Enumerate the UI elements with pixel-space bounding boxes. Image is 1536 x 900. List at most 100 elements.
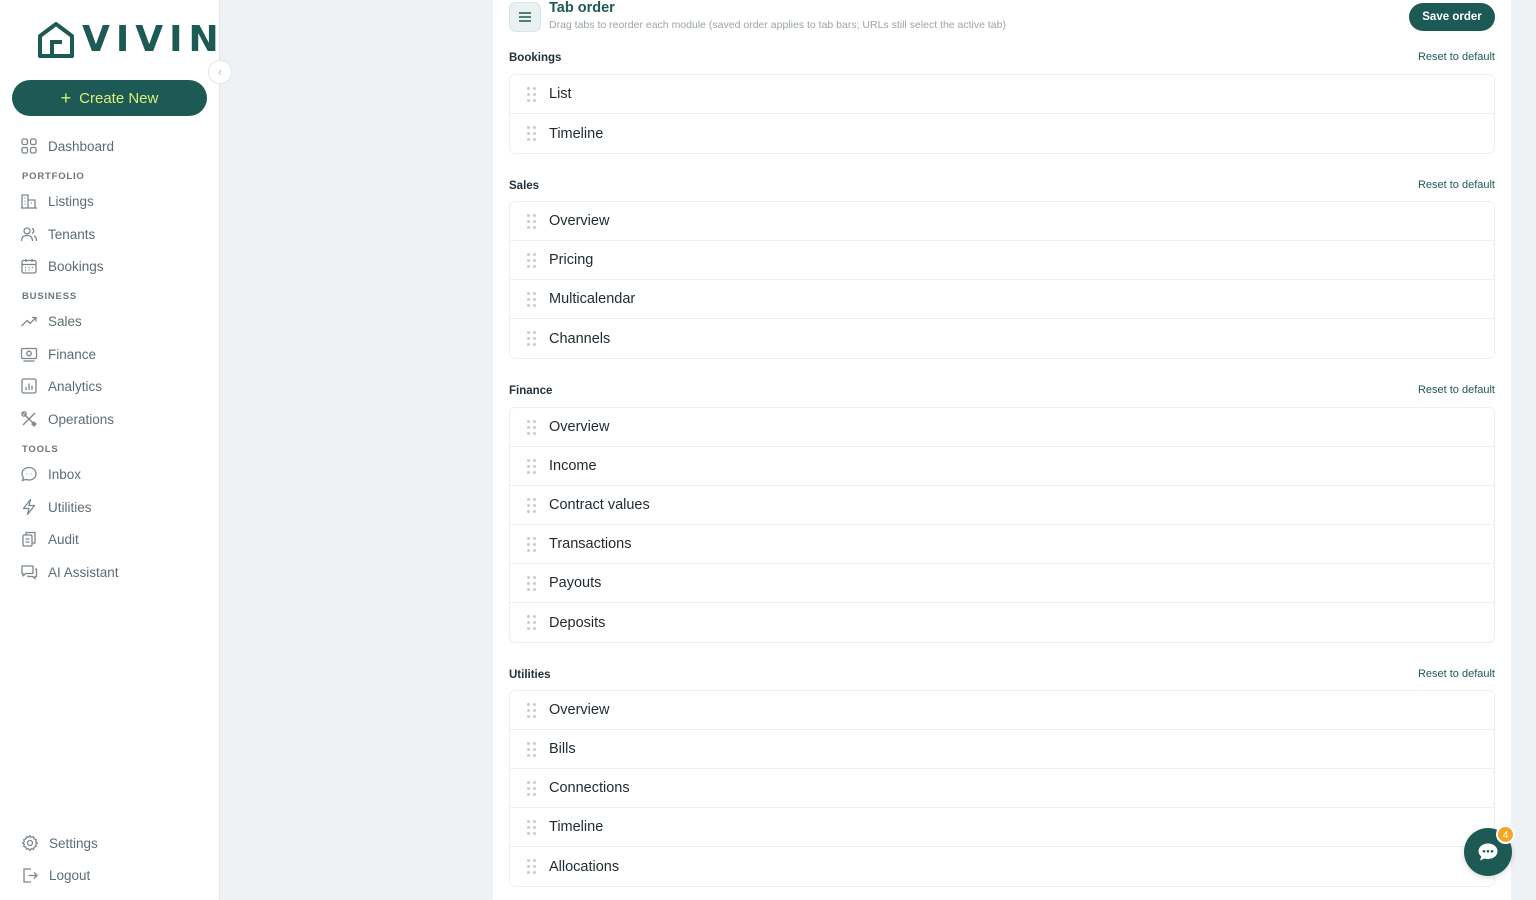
brand-name: VIVIN (82, 19, 225, 60)
draggable-tab-row[interactable]: Contract values (510, 486, 1494, 525)
tab-list-utilities: Overview Bills Connections Timeline Allocati… (509, 690, 1495, 887)
sidebar-item-bookings[interactable]: Bookings (20, 254, 104, 278)
draggable-tab-row[interactable]: Overview (510, 408, 1494, 447)
reset-utilities-link[interactable]: Reset to default (1418, 668, 1495, 680)
sidebar-item-finance[interactable]: Finance (20, 342, 96, 366)
drag-handle-icon[interactable] (527, 458, 537, 474)
sidebar-item-label: Bookings (48, 258, 104, 274)
drag-handle-icon[interactable] (527, 702, 537, 718)
drag-handle-icon[interactable] (527, 291, 537, 307)
draggable-tab-row[interactable]: Allocations (510, 847, 1494, 886)
section-label-business: BUSINESS (22, 291, 77, 302)
tab-order-panel: Tab order Drag tabs to reorder each modu… (493, 0, 1511, 900)
drag-handle-icon[interactable] (527, 615, 537, 630)
sidebar-item-listings[interactable]: Listings (20, 189, 94, 213)
draggable-tab-row[interactable]: Multicalendar (510, 280, 1494, 319)
drag-handle-icon[interactable] (527, 126, 537, 141)
draggable-tab-row[interactable]: Overview (510, 691, 1494, 730)
tab-label: Income (549, 458, 597, 474)
message-circle-icon (21, 466, 37, 482)
sidebar-item-analytics[interactable]: Analytics (20, 374, 102, 398)
reset-sales-link[interactable]: Reset to default (1418, 179, 1495, 191)
tools-icon (21, 411, 37, 427)
sidebar-item-label: Listings (48, 193, 94, 209)
sidebar-item-settings[interactable]: Settings (21, 831, 98, 855)
module-title-sales: Sales (509, 180, 540, 192)
sidebar-item-label: Sales (48, 313, 82, 329)
lightning-icon (22, 498, 36, 516)
logout-icon (23, 868, 38, 883)
sidebar-collapse-button[interactable]: ‹ (208, 60, 232, 84)
tab-label: List (549, 86, 572, 102)
sidebar-item-ai-assistant[interactable]: AI Assistant (20, 560, 119, 584)
building-icon (21, 194, 37, 209)
tab-label: Allocations (549, 858, 620, 875)
tab-label: Timeline (549, 125, 604, 142)
sidebar-item-tenants[interactable]: Tenants (20, 222, 95, 246)
draggable-tab-row[interactable]: Payouts (510, 564, 1494, 603)
drag-handle-icon[interactable] (527, 819, 537, 835)
drag-handle-icon[interactable] (527, 419, 537, 435)
drag-handle-icon[interactable] (527, 213, 537, 229)
module-title-utilities: Utilities (509, 669, 551, 681)
drag-handle-icon[interactable] (527, 497, 537, 513)
tab-label: Contract values (549, 497, 650, 513)
draggable-tab-row[interactable]: List (510, 75, 1494, 114)
sidebar-item-label: AI Assistant (48, 564, 119, 580)
tab-label: Payouts (549, 575, 602, 591)
sidebar-item-label: Analytics (48, 378, 103, 394)
brand-logo[interactable]: VIVIN (36, 20, 225, 60)
drag-handle-icon[interactable] (527, 536, 537, 552)
drag-handle-icon[interactable] (527, 252, 537, 268)
tab-label: Overview (549, 213, 610, 229)
sidebar-item-dashboard[interactable]: Dashboard (20, 134, 114, 158)
tab-label: Channels (549, 330, 611, 347)
reset-bookings-link[interactable]: Reset to default (1418, 51, 1495, 63)
sidebar-item-operations[interactable]: Operations (20, 407, 114, 431)
draggable-tab-row[interactable]: Overview (510, 202, 1494, 241)
sidebar-item-label: Logout (49, 867, 91, 883)
draggable-tab-row[interactable]: Deposits (510, 603, 1494, 642)
drag-handle-icon[interactable] (527, 86, 537, 102)
create-new-button[interactable]: + Create New (12, 80, 207, 116)
tab-list-bookings: List Timeline (509, 74, 1495, 154)
clipboard-copy-icon (22, 531, 36, 547)
draggable-tab-row[interactable]: Timeline (510, 114, 1494, 153)
section-label-tools: TOOLS (22, 444, 59, 455)
draggable-tab-row[interactable]: Channels (510, 319, 1494, 358)
chat-bubble-icon (1478, 843, 1498, 861)
draggable-tab-row[interactable]: Bills (510, 730, 1494, 769)
drag-handle-icon[interactable] (527, 780, 537, 796)
draggable-tab-row[interactable]: Timeline (510, 808, 1494, 847)
module-title-finance: Finance (509, 385, 553, 397)
reset-finance-link[interactable]: Reset to default (1418, 384, 1495, 396)
sidebar-item-logout[interactable]: Logout (21, 863, 90, 887)
draggable-tab-row[interactable]: Income (510, 447, 1494, 486)
gear-icon (21, 834, 39, 852)
sidebar-item-label: Inbox (48, 466, 82, 482)
module-title-bookings: Bookings (509, 52, 562, 64)
save-order-button[interactable]: Save order (1409, 3, 1495, 31)
sidebar-item-inbox[interactable]: Inbox (20, 462, 81, 486)
sidebar-item-sales[interactable]: Sales (20, 309, 82, 333)
sidebar-item-label: Operations (48, 411, 115, 427)
drag-handle-icon[interactable] (527, 575, 537, 591)
house-logo-icon (38, 22, 74, 58)
chat-bubbles-icon (21, 565, 38, 580)
drag-handle-icon[interactable] (527, 741, 537, 757)
trending-up-icon (21, 316, 37, 327)
calendar-icon (21, 259, 37, 274)
draggable-tab-row[interactable]: Pricing (510, 241, 1494, 280)
sidebar-item-audit[interactable]: Audit (20, 527, 79, 551)
drag-handle-icon[interactable] (527, 859, 537, 874)
page-subtitle: Drag tabs to reorder each module (saved … (549, 19, 1006, 31)
drag-handle-icon[interactable] (527, 331, 537, 346)
sidebar-item-utilities[interactable]: Utilities (20, 495, 92, 519)
tab-list-finance: Overview Income Contract values Transaction… (509, 407, 1495, 643)
chat-unread-badge: 4 (1496, 825, 1515, 844)
draggable-tab-row[interactable]: Transactions (510, 525, 1494, 564)
tab-label: Timeline (549, 819, 604, 835)
sidebar-item-label: Tenants (48, 226, 96, 242)
draggable-tab-row[interactable]: Connections (510, 769, 1494, 808)
banknote-icon (20, 347, 38, 362)
